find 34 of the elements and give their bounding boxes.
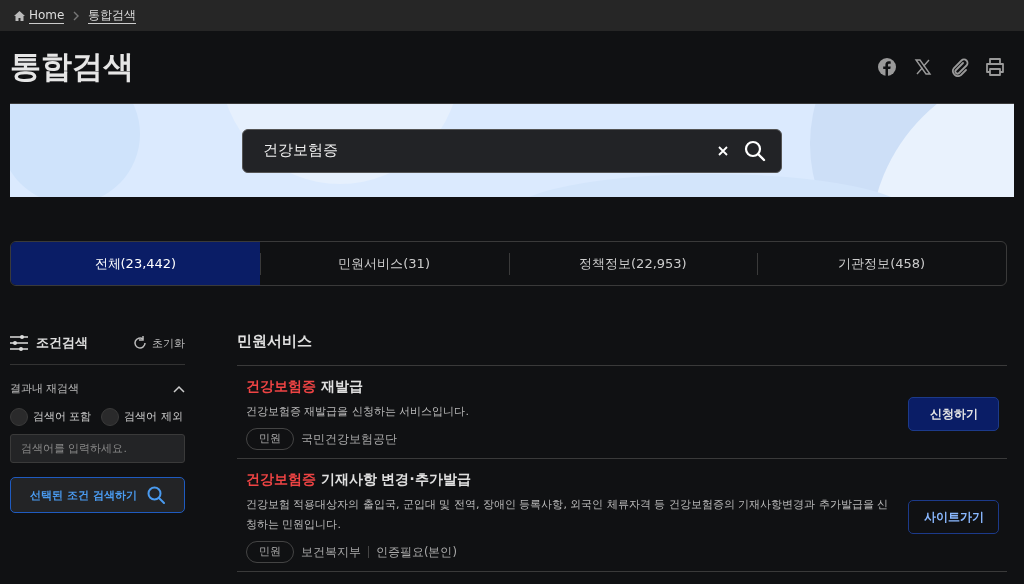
tab[interactable]: 기관정보(458) xyxy=(757,242,1006,285)
chevron-icon xyxy=(72,10,81,21)
search-field[interactable]: 건강보험증 xyxy=(242,128,782,173)
home-icon xyxy=(14,10,25,21)
breadcrumb-link[interactable]: 통합검색 xyxy=(88,7,137,24)
section-title: 민원서비스 xyxy=(237,286,1007,366)
radio-option[interactable]: 검색어 포함 xyxy=(10,408,92,426)
action-button[interactable]: 신청하기 xyxy=(908,397,999,431)
tab[interactable]: 정책정보(22,953) xyxy=(508,242,758,285)
search-icon xyxy=(744,139,766,162)
result-description: 건강보험증 재발급을 신청하는 서비스입니다. xyxy=(246,404,470,420)
search-icon xyxy=(146,486,165,504)
filter-icon xyxy=(10,335,28,351)
radio-button[interactable] xyxy=(101,408,120,426)
tab[interactable]: 민원서비스(31) xyxy=(259,242,509,285)
search-submit-button[interactable]: 선택된 조건 검색하기 xyxy=(10,477,185,513)
input-field[interactable]: 검색어를 입력하세요. xyxy=(10,434,185,463)
meta-text: 국민건강보험공단 xyxy=(301,431,397,447)
result-title[interactable]: 건강보험증 기재사항 변경·추가발급 xyxy=(246,471,894,489)
page-title: 통합검색 xyxy=(10,47,134,86)
close-icon xyxy=(718,145,728,156)
tab[interactable]: 전체(23,442) xyxy=(11,242,260,285)
meta-text: 보건복지부 xyxy=(301,544,361,560)
section-toggle[interactable]: 결과내 재검색 xyxy=(10,367,185,408)
action-button[interactable]: 사이트가기 xyxy=(908,500,999,534)
result-title[interactable]: 건강보험증 재발급 xyxy=(246,378,894,396)
breadcrumb-link[interactable]: Home xyxy=(14,7,65,24)
refresh-icon xyxy=(133,336,147,350)
radio-option[interactable]: 검색어 제외 xyxy=(101,408,183,426)
filter-title: 조건검색 xyxy=(36,334,88,352)
radio-button[interactable] xyxy=(10,408,28,426)
reset-button[interactable]: 초기화 xyxy=(133,335,185,351)
meta-text: 인증필요(본인) xyxy=(376,544,457,560)
result-description: 건강보험 적용대상자의 출입국, 군입대 및 전역, 장애인 등록사항, 외국인 체류자격 등 건강보험증의 기재사항변경과 추가발급을 신청하는 민원입니다. xyxy=(246,497,890,533)
